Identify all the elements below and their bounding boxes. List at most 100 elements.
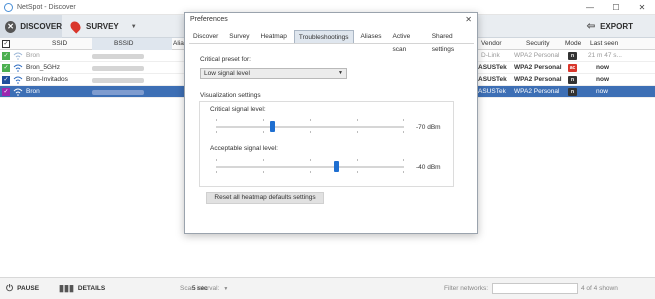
- pause-button[interactable]: ⏻ PAUSE: [6, 283, 39, 294]
- row-checkbox[interactable]: ✓: [2, 76, 10, 84]
- ssid-cell: Bron-Invitados: [26, 76, 68, 83]
- preferences-dialog: Preferences ✕ Discover Survey Heatmap Tr…: [184, 12, 478, 234]
- col-last-seen[interactable]: Last seen: [590, 38, 618, 50]
- wifi-icon: [13, 52, 23, 60]
- mode-badge: n: [568, 52, 577, 60]
- survey-label: SURVEY: [86, 22, 119, 31]
- slider-tick: [357, 119, 358, 121]
- acceptable-value: -40 dBm: [416, 164, 441, 171]
- vendor-cell: ASUSTek: [478, 64, 507, 71]
- col-vendor[interactable]: Vendor: [481, 38, 502, 50]
- slider-tick: [263, 171, 264, 173]
- slider-tick: [403, 171, 404, 173]
- reset-heatmap-defaults-button[interactable]: Reset all heatmap defaults settings: [206, 192, 324, 204]
- vendor-cell: D-Link: [481, 52, 500, 59]
- status-bar: ⏻ PAUSE ▮▮▮ DETAILS Scan interval: 5 sec…: [0, 277, 655, 299]
- acceptable-label: Acceptable signal level:: [210, 145, 278, 152]
- pause-label: PAUSE: [17, 285, 40, 292]
- tab-survey[interactable]: Survey: [225, 30, 253, 43]
- discover-icon: ✕: [5, 20, 17, 33]
- mode-badge: ac: [568, 64, 577, 72]
- discover-button[interactable]: ✕ DISCOVER: [0, 15, 62, 38]
- filter-networks: Filter networks:: [444, 283, 579, 294]
- scan-interval: Scan interval: 5 sec ▼: [180, 285, 228, 292]
- ssid-cell: Bron: [26, 52, 40, 59]
- vendor-cell: ASUSTek: [478, 76, 507, 83]
- wifi-icon: [13, 64, 23, 72]
- select-all-checkbox[interactable]: ✓: [2, 40, 10, 48]
- chevron-down-icon[interactable]: ▼: [223, 286, 228, 292]
- scan-interval-select[interactable]: 5 sec: [192, 285, 208, 292]
- col-mode[interactable]: Mode: [565, 38, 581, 50]
- row-checkbox[interactable]: ✓: [2, 52, 10, 60]
- acceptable-slider-thumb[interactable]: [334, 161, 339, 172]
- slider-tick: [310, 119, 311, 121]
- filter-input[interactable]: [492, 283, 579, 294]
- security-cell: WPA2 Personal: [514, 76, 562, 83]
- wifi-icon: [13, 76, 23, 84]
- slider-tick: [310, 171, 311, 173]
- close-window-button[interactable]: ✕: [629, 0, 655, 15]
- discover-label: DISCOVER: [20, 22, 62, 31]
- critical-value: -70 dBm: [416, 124, 441, 131]
- slider-tick: [263, 131, 264, 133]
- wifi-icon: [13, 88, 23, 96]
- chevron-down-icon[interactable]: ▼: [131, 24, 137, 30]
- tab-aliases[interactable]: Aliases: [357, 30, 386, 43]
- tab-discover[interactable]: Discover: [189, 30, 222, 43]
- tab-active-scan[interactable]: Active scan: [389, 30, 425, 53]
- tab-heatmap[interactable]: Heatmap: [257, 30, 291, 43]
- close-icon[interactable]: ✕: [465, 15, 472, 24]
- visualization-group-label: Visualization settings: [200, 92, 261, 99]
- details-button[interactable]: ▮▮▮ DETAILS: [59, 283, 105, 294]
- ssid-cell: Bron_5GHz: [26, 64, 60, 71]
- visualization-group: Critical signal level: -70 dBm Acceptabl…: [199, 101, 454, 187]
- bar-chart-icon: ▮▮▮: [59, 283, 74, 293]
- preset-label: Critical preset for:: [200, 56, 251, 63]
- troubleshootings-panel: Critical preset for: Low signal level ▼ …: [189, 43, 474, 230]
- bssid-cell: [92, 66, 144, 71]
- slider-track: [216, 166, 404, 168]
- mode-badge: n: [568, 76, 577, 84]
- preferences-tabs: Discover Survey Heatmap Troubleshootings…: [189, 30, 477, 53]
- chevron-down-icon: ▼: [338, 70, 343, 76]
- tab-troubleshootings[interactable]: Troubleshootings: [293, 30, 354, 43]
- col-ssid[interactable]: SSID: [52, 38, 67, 50]
- col-security[interactable]: Security: [526, 38, 549, 50]
- bssid-cell: [92, 78, 144, 83]
- map-pin-icon: [68, 19, 83, 34]
- preset-select[interactable]: Low signal level ▼: [200, 68, 347, 79]
- dialog-title: Preferences: [190, 16, 228, 23]
- slider-tick: [216, 171, 217, 173]
- bssid-cell: [92, 54, 144, 59]
- last-seen-cell: now: [596, 64, 609, 71]
- slider-track: [216, 126, 404, 128]
- last-seen-cell: 21 m 47 s...: [588, 52, 622, 59]
- row-checkbox[interactable]: ✓: [2, 88, 10, 96]
- slider-tick: [310, 159, 311, 161]
- security-cell: WPA2 Personal: [514, 88, 560, 95]
- critical-slider[interactable]: [216, 119, 404, 133]
- tab-shared-settings[interactable]: Shared settings: [428, 30, 474, 53]
- vendor-cell: ASUSTek: [478, 88, 506, 95]
- export-button[interactable]: ⇦ EXPORT: [587, 15, 633, 38]
- filter-label: Filter networks:: [444, 285, 489, 292]
- security-cell: WPA2 Personal: [514, 52, 560, 59]
- slider-tick: [216, 131, 217, 133]
- minimize-button[interactable]: —: [577, 0, 603, 15]
- shown-count: 4 of 4 shown: [581, 285, 618, 292]
- slider-tick: [403, 131, 404, 133]
- slider-tick: [357, 171, 358, 173]
- slider-tick: [357, 159, 358, 161]
- critical-slider-thumb[interactable]: [270, 121, 275, 132]
- survey-button[interactable]: SURVEY ▼: [67, 15, 137, 38]
- critical-label: Critical signal level:: [210, 106, 266, 113]
- maximize-button[interactable]: ☐: [603, 0, 629, 15]
- slider-tick: [263, 119, 264, 121]
- slider-tick: [357, 131, 358, 133]
- slider-tick: [263, 159, 264, 161]
- row-checkbox[interactable]: ✓: [2, 64, 10, 72]
- col-bssid[interactable]: BSSID: [92, 38, 172, 50]
- details-label: DETAILS: [77, 285, 106, 292]
- acceptable-slider[interactable]: [216, 159, 404, 173]
